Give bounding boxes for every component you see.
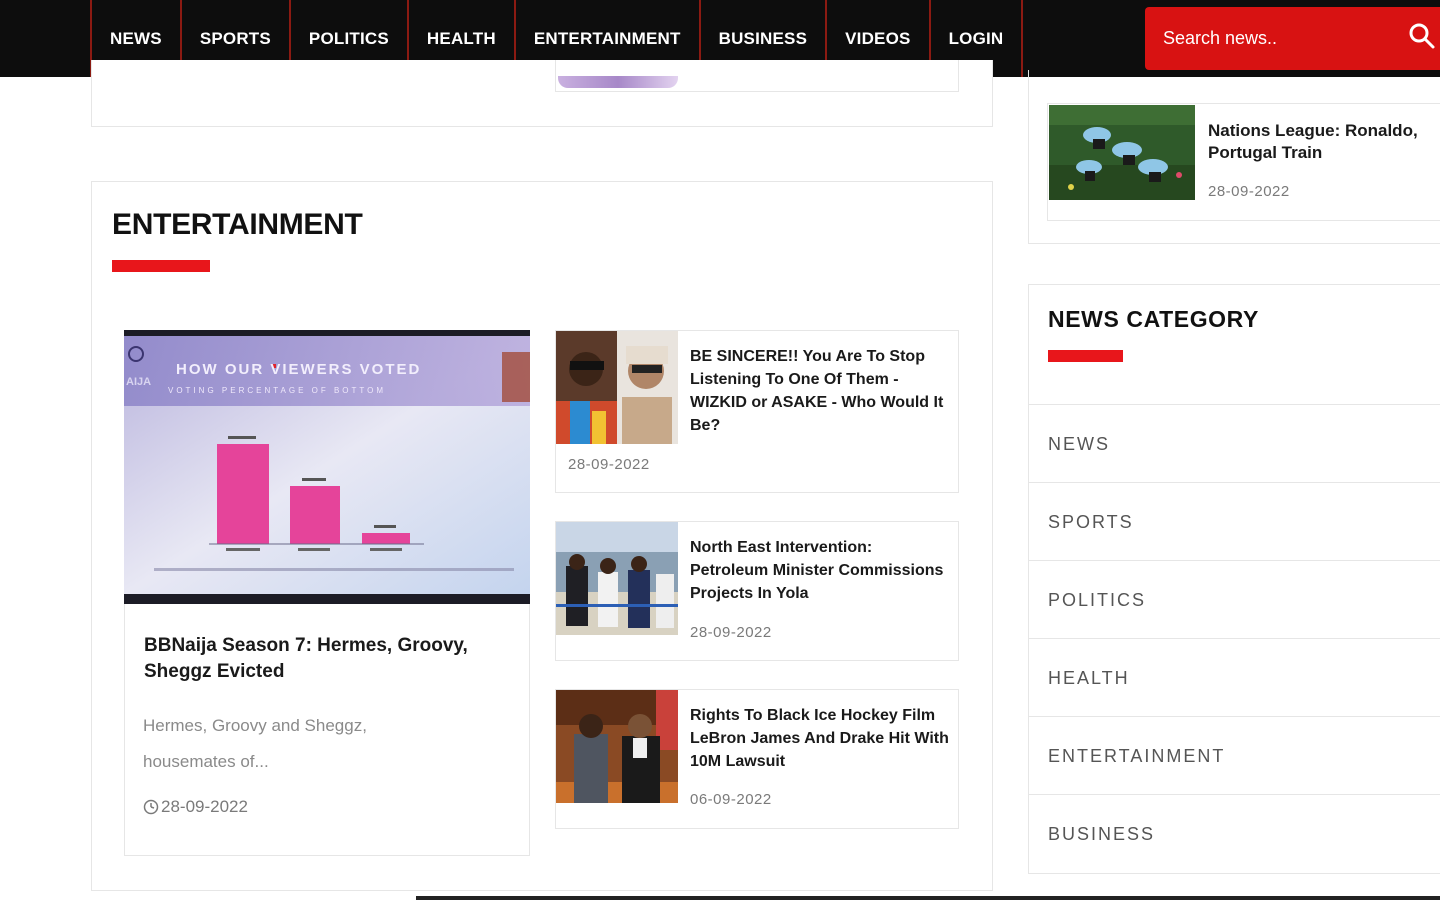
category-title-underline	[1048, 350, 1123, 362]
image-heading-text: HOW OUR VIEWERS VOTED	[176, 361, 421, 378]
category-item-entertainment[interactable]: ENTERTAINMENT	[1028, 716, 1440, 795]
featured-article-title[interactable]: BBNaija Season 7: Hermes, Groovy, Sheggz…	[144, 633, 504, 685]
sidebar-article-date: 28-09-2022	[1208, 183, 1290, 200]
section-title-underline	[112, 260, 210, 272]
article-thumbnail[interactable]	[556, 690, 678, 803]
featured-article-date: 28-09-2022	[143, 797, 248, 817]
featured-date-text: 28-09-2022	[161, 797, 248, 816]
article-title[interactable]: BE SINCERE!! You Are To Stop Listening T…	[690, 345, 952, 437]
category-item-politics[interactable]: POLITICS	[1028, 560, 1440, 639]
category-item-news[interactable]: NEWS	[1028, 404, 1440, 483]
article-title[interactable]: Rights To Black Ice Hockey Film LeBron J…	[690, 704, 952, 773]
search-input[interactable]	[1163, 25, 1393, 51]
voting-chart-photo: AIJA HOW OUR VIEWERS VOTED VOTING PERCEN…	[124, 330, 530, 604]
search-box	[1145, 7, 1440, 70]
image-bar-3	[362, 533, 410, 544]
article-card[interactable]: Rights To Black Ice Hockey Film LeBron J…	[555, 689, 959, 829]
image-logo-text: AIJA	[126, 376, 151, 388]
article-thumbnail[interactable]	[556, 522, 678, 635]
search-icon	[1409, 23, 1435, 49]
featured-article-image[interactable]: AIJA HOW OUR VIEWERS VOTED VOTING PERCEN…	[124, 330, 530, 604]
article-date: 06-09-2022	[690, 791, 772, 808]
article-date: 28-09-2022	[690, 624, 772, 641]
category-item-sports[interactable]: SPORTS	[1028, 482, 1440, 561]
previous-article-thumbnail[interactable]	[558, 76, 678, 88]
article-date: 28-09-2022	[568, 456, 650, 473]
sidebar-article-thumbnail[interactable]	[1049, 105, 1195, 200]
image-bar-2	[290, 486, 340, 544]
article-card[interactable]: BE SINCERE!! You Are To Stop Listening T…	[555, 330, 959, 493]
sidebar-article-title[interactable]: Nations League: Ronaldo, Portugal Train	[1208, 120, 1438, 164]
clock-icon	[143, 799, 159, 815]
category-item-health[interactable]: HEALTH	[1028, 638, 1440, 717]
article-title[interactable]: North East Intervention: Petroleum Minis…	[690, 536, 952, 605]
section-title: ENTERTAINMENT	[112, 208, 363, 241]
article-card[interactable]: North East Intervention: Petroleum Minis…	[555, 521, 959, 661]
article-thumbnail[interactable]	[556, 331, 678, 444]
image-subheading-text: VOTING PERCENTAGE OF BOTTOM	[168, 386, 386, 395]
news-category-title: NEWS CATEGORY	[1048, 306, 1259, 332]
search-button[interactable]	[1407, 21, 1440, 57]
image-bar-1	[217, 444, 269, 544]
horizontal-scrollbar[interactable]	[416, 896, 1440, 900]
category-item-business[interactable]: BUSINESS	[1028, 794, 1440, 873]
featured-article-excerpt: Hermes, Groovy and Sheggz, housemates of…	[143, 716, 367, 771]
